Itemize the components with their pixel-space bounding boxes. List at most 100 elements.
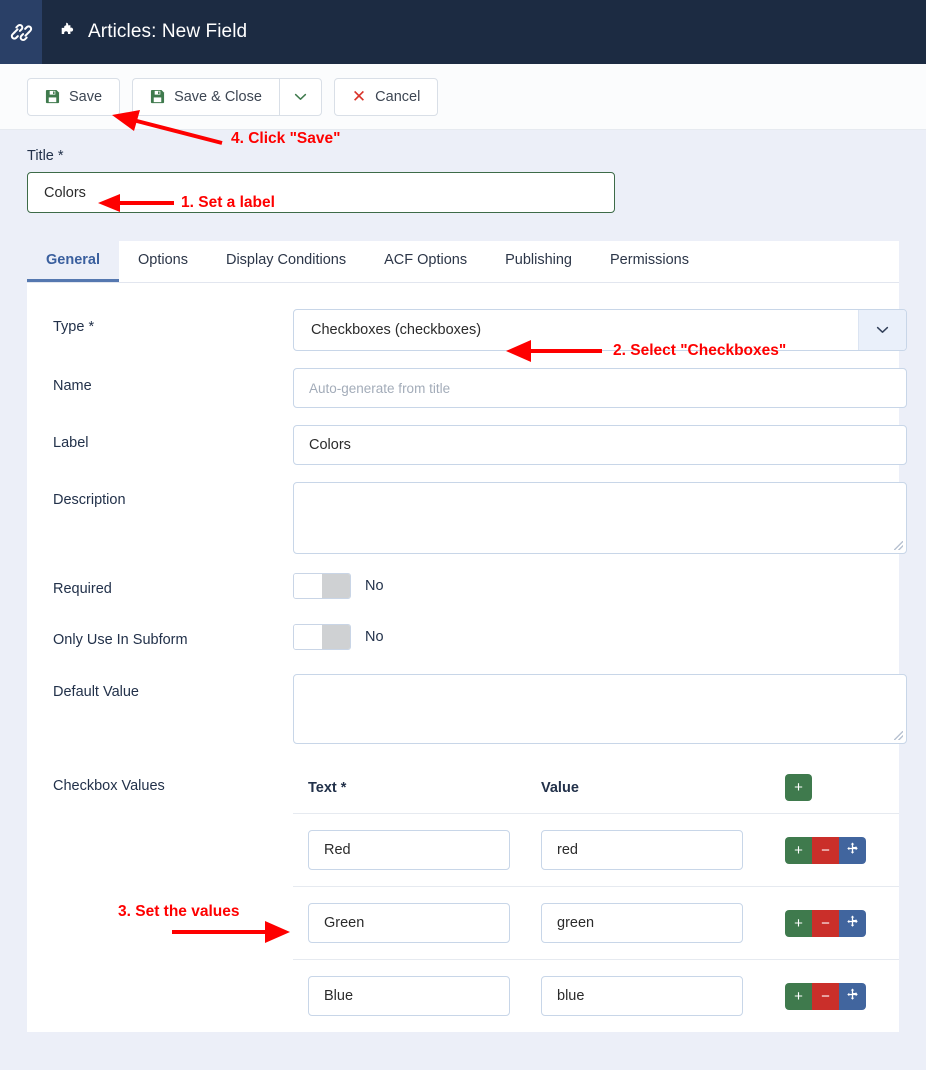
- row-action-group: + −: [785, 982, 866, 1010]
- row-text-input[interactable]: Red: [308, 830, 510, 870]
- tabs-wrapper: General Options Display Conditions ACF O…: [0, 241, 926, 283]
- cancel-button[interactable]: ✕ Cancel: [333, 77, 439, 116]
- description-label: Description: [53, 492, 126, 508]
- chevron-down-icon[interactable]: [858, 310, 906, 350]
- name-input[interactable]: Auto-generate from title: [293, 368, 907, 408]
- form-row-only-subform: Only Use In Subform No: [27, 622, 899, 650]
- row-text-value: Blue: [324, 988, 354, 1004]
- row-add-button[interactable]: +: [785, 836, 812, 864]
- row-value-value: blue: [557, 988, 585, 1004]
- save-and-close-group: Save & Close: [132, 77, 322, 116]
- tab-options-label: Options: [138, 252, 188, 268]
- row-text-input[interactable]: Green: [308, 903, 510, 943]
- only-subform-toggle-on-half[interactable]: [294, 625, 322, 649]
- tab-permissions-label: Permissions: [610, 252, 689, 268]
- description-textarea[interactable]: [293, 482, 907, 554]
- puzzle-piece-icon: [58, 21, 77, 43]
- save-options-dropdown-button[interactable]: [278, 77, 322, 116]
- top-header-bar: Articles: New Field: [0, 0, 926, 64]
- tab-acf-options[interactable]: ACF Options: [365, 241, 487, 282]
- save-and-close-button[interactable]: Save & Close: [132, 77, 279, 116]
- save-and-close-label: Save & Close: [174, 88, 262, 105]
- tab-acf-options-label: ACF Options: [384, 252, 468, 268]
- form-row-default-value: Default Value: [27, 674, 907, 744]
- field-label-value: Colors: [309, 437, 351, 453]
- floppy-disk-icon: [150, 89, 165, 104]
- form-row-description: Description: [27, 482, 907, 554]
- row-value-value: red: [557, 842, 578, 858]
- required-toggle-on-half[interactable]: [294, 574, 322, 598]
- tab-publishing-label: Publishing: [505, 252, 572, 268]
- only-subform-label: Only Use In Subform: [53, 632, 188, 648]
- form-row-name: Name Auto-generate from title: [27, 368, 907, 408]
- checkbox-values-table: Text * Value + Red red + − Green green +…: [293, 774, 899, 1032]
- type-select-value: Checkboxes (checkboxes): [311, 322, 482, 338]
- row-action-group: + −: [785, 909, 866, 937]
- row-move-button[interactable]: [839, 982, 866, 1010]
- row-value-value: green: [557, 915, 595, 931]
- field-label-input[interactable]: Colors: [293, 425, 907, 465]
- form-row-label: Label Colors: [27, 425, 907, 465]
- default-value-label: Default Value: [53, 684, 139, 700]
- row-text-value: Green: [324, 915, 365, 931]
- joomla-logo-button[interactable]: [0, 0, 42, 64]
- default-value-textarea[interactable]: [293, 674, 907, 744]
- only-subform-toggle-off-half[interactable]: [322, 625, 350, 649]
- checkbox-values-label: Checkbox Values: [53, 778, 165, 794]
- required-toggle[interactable]: [293, 573, 351, 599]
- type-select[interactable]: Checkboxes (checkboxes): [293, 309, 907, 351]
- row-action-group: + −: [785, 836, 866, 864]
- row-text-value: Red: [324, 842, 351, 858]
- required-toggle-state: No: [365, 578, 384, 594]
- close-x-icon: ✕: [351, 87, 367, 106]
- title-input-value: Colors: [44, 184, 86, 201]
- only-subform-toggle[interactable]: [293, 624, 351, 650]
- form-row-required: Required No: [27, 571, 899, 599]
- general-tab-panel: Type * Checkboxes (checkboxes) Name Auto…: [27, 283, 907, 1032]
- cancel-button-label: Cancel: [375, 88, 421, 105]
- row-value-input[interactable]: green: [541, 903, 743, 943]
- title-field-label: Title *: [27, 148, 64, 164]
- floppy-disk-icon: [45, 89, 60, 104]
- name-label: Name: [53, 378, 92, 394]
- table-row: Red red + −: [293, 813, 899, 886]
- row-move-button[interactable]: [839, 909, 866, 937]
- row-remove-button[interactable]: −: [812, 836, 839, 864]
- move-arrows-icon: [846, 915, 859, 931]
- tab-display-conditions[interactable]: Display Conditions: [206, 241, 366, 282]
- page-title-text: Articles: New Field: [88, 21, 248, 42]
- add-row-button[interactable]: +: [785, 774, 812, 801]
- only-subform-toggle-state: No: [365, 629, 384, 645]
- required-label: Required: [53, 581, 112, 597]
- toolbar: Save Save & Close ✕ Cancel: [0, 64, 926, 130]
- tab-general-label: General: [46, 252, 100, 268]
- checkbox-values-header-row: Text * Value +: [293, 774, 899, 813]
- row-add-button[interactable]: +: [785, 909, 812, 937]
- tab-options[interactable]: Options: [119, 241, 207, 282]
- move-arrows-icon: [846, 988, 859, 1004]
- row-remove-button[interactable]: −: [812, 982, 839, 1010]
- field-label-label: Label: [53, 435, 89, 451]
- tab-display-conditions-label: Display Conditions: [225, 252, 347, 268]
- move-arrows-icon: [846, 842, 859, 858]
- name-input-placeholder: Auto-generate from title: [309, 380, 451, 396]
- row-remove-button[interactable]: −: [812, 909, 839, 937]
- page-body: Title * Colors General Options Display C…: [0, 130, 926, 1070]
- row-value-input[interactable]: blue: [541, 976, 743, 1016]
- required-toggle-off-half[interactable]: [322, 574, 350, 598]
- tab-publishing[interactable]: Publishing: [486, 241, 591, 282]
- form-row-type: Type * Checkboxes (checkboxes): [27, 309, 907, 351]
- row-add-button[interactable]: +: [785, 982, 812, 1010]
- column-header-text: Text *: [308, 779, 347, 796]
- title-field-block: Title * Colors: [0, 130, 926, 213]
- tab-permissions[interactable]: Permissions: [591, 241, 708, 282]
- title-input[interactable]: Colors: [27, 172, 615, 213]
- table-row: Green green + −: [293, 886, 899, 959]
- checkbox-values-section: Checkbox Values Text * Value + Red red +…: [27, 774, 899, 1032]
- save-button[interactable]: Save: [27, 77, 121, 116]
- row-move-button[interactable]: [839, 836, 866, 864]
- row-value-input[interactable]: red: [541, 830, 743, 870]
- tab-general[interactable]: General: [27, 241, 119, 282]
- chevron-down-icon: [294, 93, 307, 101]
- row-text-input[interactable]: Blue: [308, 976, 510, 1016]
